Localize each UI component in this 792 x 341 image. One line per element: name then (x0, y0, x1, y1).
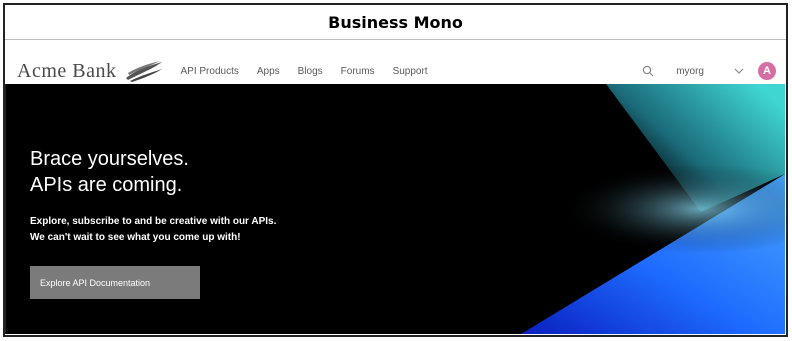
nav-link-apps[interactable]: Apps (257, 66, 280, 77)
hero-subtitle-line-1: Explore, subscribe to and be creative wi… (30, 216, 277, 227)
hero-subtitle: Explore, subscribe to and be creative wi… (30, 214, 276, 246)
nav-link-blogs[interactable]: Blogs (298, 66, 323, 77)
avatar[interactable]: A (758, 62, 776, 80)
nav-right: myorg A (642, 62, 776, 80)
explore-docs-button[interactable]: Explore API Documentation (30, 266, 200, 299)
chevron-down-icon[interactable] (734, 67, 744, 75)
hero-banner: Brace yourselves. APIs are coming. Explo… (6, 84, 785, 334)
nav-link-support[interactable]: Support (393, 66, 428, 77)
brand[interactable]: Acme Bank (17, 60, 164, 83)
wave-logo-icon (126, 61, 163, 82)
org-selector-label[interactable]: myorg (676, 66, 704, 77)
caption-title: Business Mono (328, 13, 463, 32)
hero-subtitle-line-2: We can't wait to see what you come up wi… (30, 232, 241, 243)
nav-link-api-products[interactable]: API Products (180, 66, 238, 77)
hero-title-line-1: Brace yourselves. (30, 148, 189, 170)
brand-name: Acme Bank (17, 59, 117, 82)
caption-divider (5, 39, 786, 40)
hero-title: Brace yourselves. APIs are coming. (30, 146, 189, 198)
search-icon[interactable] (642, 65, 654, 77)
nav-link-forums[interactable]: Forums (341, 66, 375, 77)
hero-title-line-2: APIs are coming. (30, 174, 183, 196)
nav-links: API Products Apps Blogs Forums Support (180, 66, 445, 77)
